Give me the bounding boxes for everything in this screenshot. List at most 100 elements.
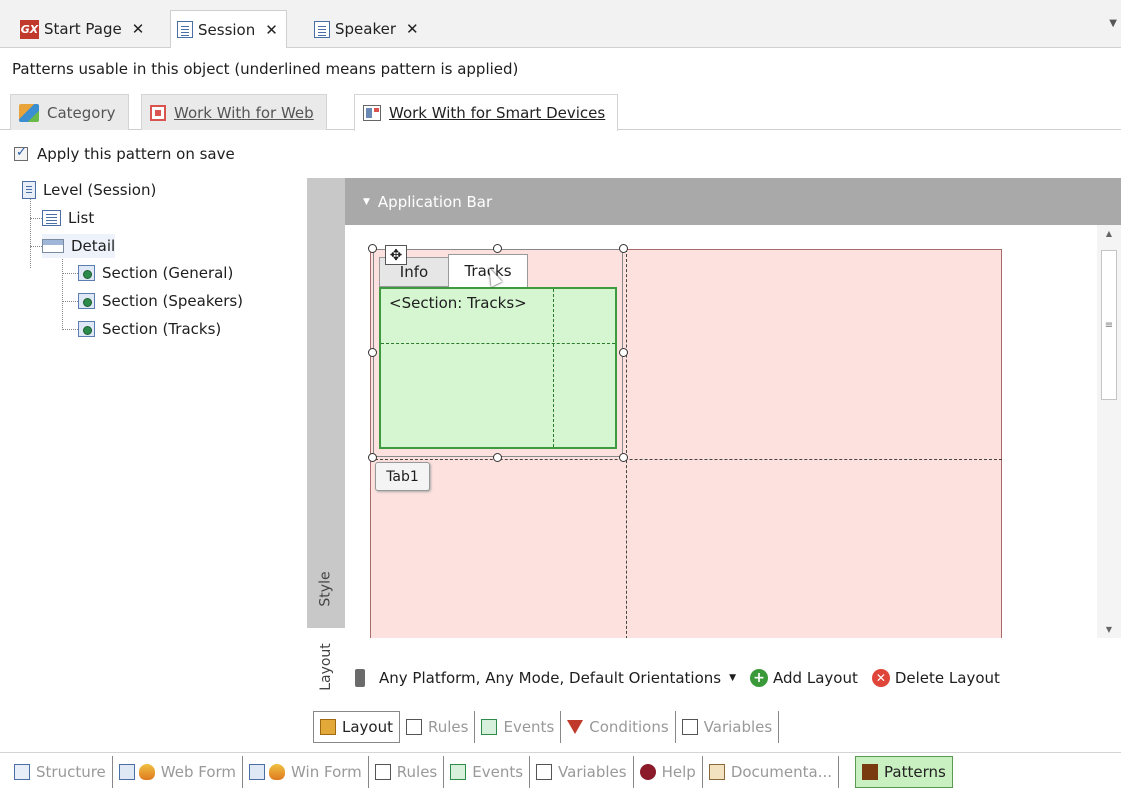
part-label: Web Form (160, 763, 237, 781)
tool-label: Layout (342, 718, 393, 736)
document-icon (177, 21, 193, 38)
resize-handle[interactable] (619, 348, 628, 357)
scroll-thumb[interactable]: ≡ (1101, 250, 1117, 400)
level-icon (22, 181, 36, 199)
section-icon (78, 265, 95, 281)
resize-handle[interactable] (619, 244, 628, 253)
part-label: Win Form (291, 763, 362, 781)
generated-flame-icon (269, 764, 286, 780)
part-label: Structure (36, 763, 106, 781)
resize-handle[interactable] (368, 453, 377, 462)
apply-on-save-label: Apply this pattern on save (37, 145, 235, 163)
section-column-divider (553, 289, 554, 447)
pattern-tab-work-with-smart-devices[interactable]: Work With for Smart Devices (354, 94, 619, 131)
layout-canvas[interactable]: Info Tracks <Section: Tracks> ✥ Tab1 (345, 225, 1097, 638)
part-variables[interactable]: Variables (530, 756, 634, 788)
part-help[interactable]: Help (634, 756, 703, 788)
control-name-badge: Tab1 (375, 462, 430, 491)
tab-info-label: Info (399, 263, 429, 281)
close-icon[interactable]: ✕ (132, 20, 145, 38)
device-icon (355, 669, 365, 687)
tab-style[interactable]: Style (307, 553, 345, 625)
scroll-up-icon[interactable]: ▲ (1097, 229, 1121, 238)
help-icon (639, 764, 656, 780)
tool-conditions[interactable]: Conditions (561, 711, 676, 743)
apply-on-save-row[interactable]: Apply this pattern on save (14, 145, 235, 163)
scroll-down-icon[interactable]: ▼ (1097, 625, 1121, 634)
chevron-down-icon[interactable]: ▼ (729, 673, 736, 683)
pattern-tab-category[interactable]: Category (10, 94, 129, 130)
tab-layout[interactable]: Layout (307, 628, 345, 705)
tool-layout[interactable]: Layout (313, 711, 400, 743)
gx-icon: GX (20, 19, 39, 39)
generated-flame-icon (138, 764, 155, 780)
close-icon[interactable]: ✕ (406, 20, 419, 38)
tree-node-list[interactable]: List (42, 206, 94, 230)
apply-on-save-checkbox[interactable] (14, 145, 28, 161)
move-handle-icon[interactable]: ✥ (385, 245, 407, 265)
part-label: Help (661, 763, 696, 781)
pattern-tab-label: Work With for Smart Devices (389, 104, 606, 122)
tree-node-section-tracks[interactable]: Section (Tracks) (78, 317, 221, 341)
canvas-vertical-scrollbar[interactable]: ▲ ≡ ▼ (1097, 225, 1121, 638)
pattern-instance-tree: Level (Session) List Detail Section (Gen… (0, 172, 305, 642)
tree-connector (62, 329, 78, 330)
part-documentation[interactable]: Documenta... (703, 756, 840, 788)
tree-node-section-general[interactable]: Section (General) (78, 261, 233, 285)
vertical-tab-strip: Style Layout (307, 178, 345, 705)
variables-icon (536, 764, 553, 780)
tab-start-page[interactable]: GX Start Page ✕ (14, 10, 152, 48)
part-rules[interactable]: Rules (369, 756, 445, 788)
add-layout-button[interactable]: Add Layout (773, 669, 858, 687)
tree-node-level[interactable]: Level (Session) (22, 178, 156, 202)
pattern-tab-label: Work With for Web (174, 103, 314, 122)
section-icon (78, 321, 95, 337)
tool-events[interactable]: Events (475, 711, 562, 743)
tree-node-label: Section (Tracks) (102, 320, 222, 338)
part-web-form[interactable]: Web Form (113, 756, 244, 788)
delete-layout-button[interactable]: Delete Layout (895, 669, 1000, 687)
tab-label: Speaker (335, 20, 397, 38)
part-win-form[interactable]: Win Form (243, 756, 369, 788)
web-form-icon (118, 764, 135, 780)
pattern-tab-strip: Category Work With for Web Work With for… (0, 90, 1121, 131)
application-bar-label: Application Bar (377, 192, 493, 211)
part-events[interactable]: Events (444, 756, 531, 788)
tool-variables[interactable]: Variables (676, 711, 780, 743)
rules-icon (374, 764, 391, 780)
pattern-tab-label: Category (47, 103, 116, 122)
tab-list-dropdown-icon[interactable]: ▼ (1109, 18, 1117, 29)
conditions-icon (567, 720, 584, 734)
documentation-icon (708, 764, 725, 780)
patterns-icon (862, 764, 879, 780)
part-patterns[interactable]: Patterns (855, 756, 953, 788)
resize-handle[interactable] (368, 244, 377, 253)
part-structure[interactable]: Structure (8, 756, 113, 788)
tree-connector (62, 256, 63, 328)
category-icon (19, 103, 39, 122)
tab-speaker[interactable]: Speaker ✕ (308, 10, 427, 48)
part-label: Documenta... (730, 763, 833, 781)
tree-connector (62, 273, 78, 274)
tab-session[interactable]: Session ✕ (170, 10, 287, 48)
close-icon[interactable]: ✕ (265, 21, 278, 39)
control-name-label: Tab1 (386, 468, 419, 485)
resize-handle[interactable] (493, 453, 502, 462)
application-bar[interactable]: ▼ Application Bar (345, 178, 1121, 225)
tool-rules[interactable]: Rules (400, 711, 476, 743)
tool-label: Variables (703, 718, 773, 736)
tree-node-detail[interactable]: Detail (42, 234, 116, 258)
resize-handle[interactable] (493, 244, 502, 253)
pattern-tab-work-with-web[interactable]: Work With for Web (141, 94, 327, 130)
web-pattern-icon (150, 104, 166, 121)
resize-handle[interactable] (619, 453, 628, 462)
detail-icon (42, 239, 64, 253)
platform-selector[interactable]: Any Platform, Any Mode, Default Orientat… (379, 669, 721, 687)
tree-node-section-speakers[interactable]: Section (Speakers) (78, 289, 243, 313)
section-tracks-area[interactable]: <Section: Tracks> (379, 287, 617, 449)
tree-connector (62, 301, 78, 302)
collapse-caret-icon[interactable]: ▼ (363, 197, 370, 207)
resize-handle[interactable] (368, 348, 377, 357)
pattern-editor-toolbar: Layout Rules Events Conditions Variables (313, 709, 780, 745)
tree-node-label: Level (Session) (43, 181, 157, 199)
